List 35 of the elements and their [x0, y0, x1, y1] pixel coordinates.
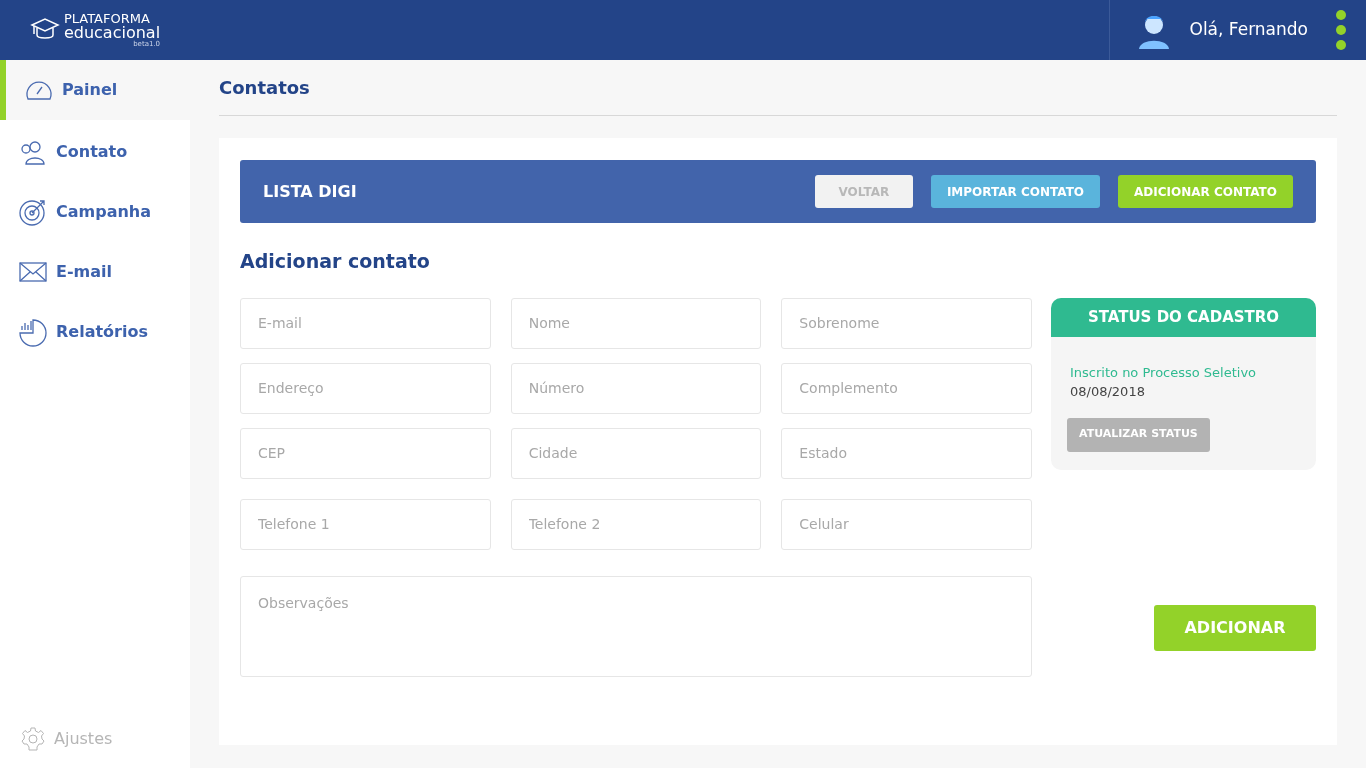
input-field[interactable]: Telefone 2	[510, 498, 762, 550]
input-field[interactable]: Telefone 1	[240, 498, 491, 550]
list-title: LISTA DIGI	[263, 180, 358, 203]
target-icon	[18, 197, 48, 227]
settings-icon	[20, 726, 46, 752]
input-field[interactable]: Endereço	[240, 362, 491, 414]
logo-text: PLATAFORMA	[63, 12, 151, 25]
chart-icon	[18, 317, 48, 347]
sidebar-item[interactable]: Contato	[0, 122, 190, 182]
input-field[interactable]: Celular	[781, 498, 1032, 550]
add-button[interactable]: ADICIONAR	[1154, 604, 1316, 651]
action-button[interactable]: IMPORTAR CONTATO	[930, 175, 1100, 208]
input-field[interactable]: CEP	[240, 427, 491, 479]
input-field[interactable]: Nome	[510, 297, 762, 349]
notes-field[interactable]: Observações	[240, 575, 1032, 677]
input-field[interactable]: Sobrenome	[781, 297, 1032, 349]
input-field[interactable]: Complemento	[781, 362, 1032, 414]
page-title: Contatos	[219, 76, 310, 100]
input-field[interactable]: Estado	[781, 427, 1032, 479]
input-field[interactable]: Cidade	[510, 427, 762, 479]
logo-text: educacional	[63, 25, 161, 41]
action-button[interactable]: VOLTAR	[814, 175, 913, 208]
input-field[interactable]: Número	[510, 362, 762, 414]
sidebar-item[interactable]: Painel	[0, 60, 190, 120]
status-card-title: STATUS DO CADASTRO	[1087, 306, 1280, 328]
form-title: Adicionar contato	[240, 249, 431, 274]
input-field[interactable]: E-mail	[240, 297, 491, 349]
more-menu-icon[interactable]	[1336, 10, 1346, 50]
sidebar-item[interactable]: Relatórios	[0, 302, 190, 362]
action-button[interactable]: ADICIONAR CONTATO	[1118, 175, 1293, 208]
status-text: Inscrito no Processo Seletivo	[1069, 363, 1258, 382]
greeting: Olá, Fernando	[1189, 18, 1308, 42]
sidebar-item[interactable]: E-mail	[0, 242, 190, 302]
sidebar-item[interactable]: Campanha	[0, 182, 190, 242]
status-date: 08/08/2018	[1069, 383, 1146, 401]
